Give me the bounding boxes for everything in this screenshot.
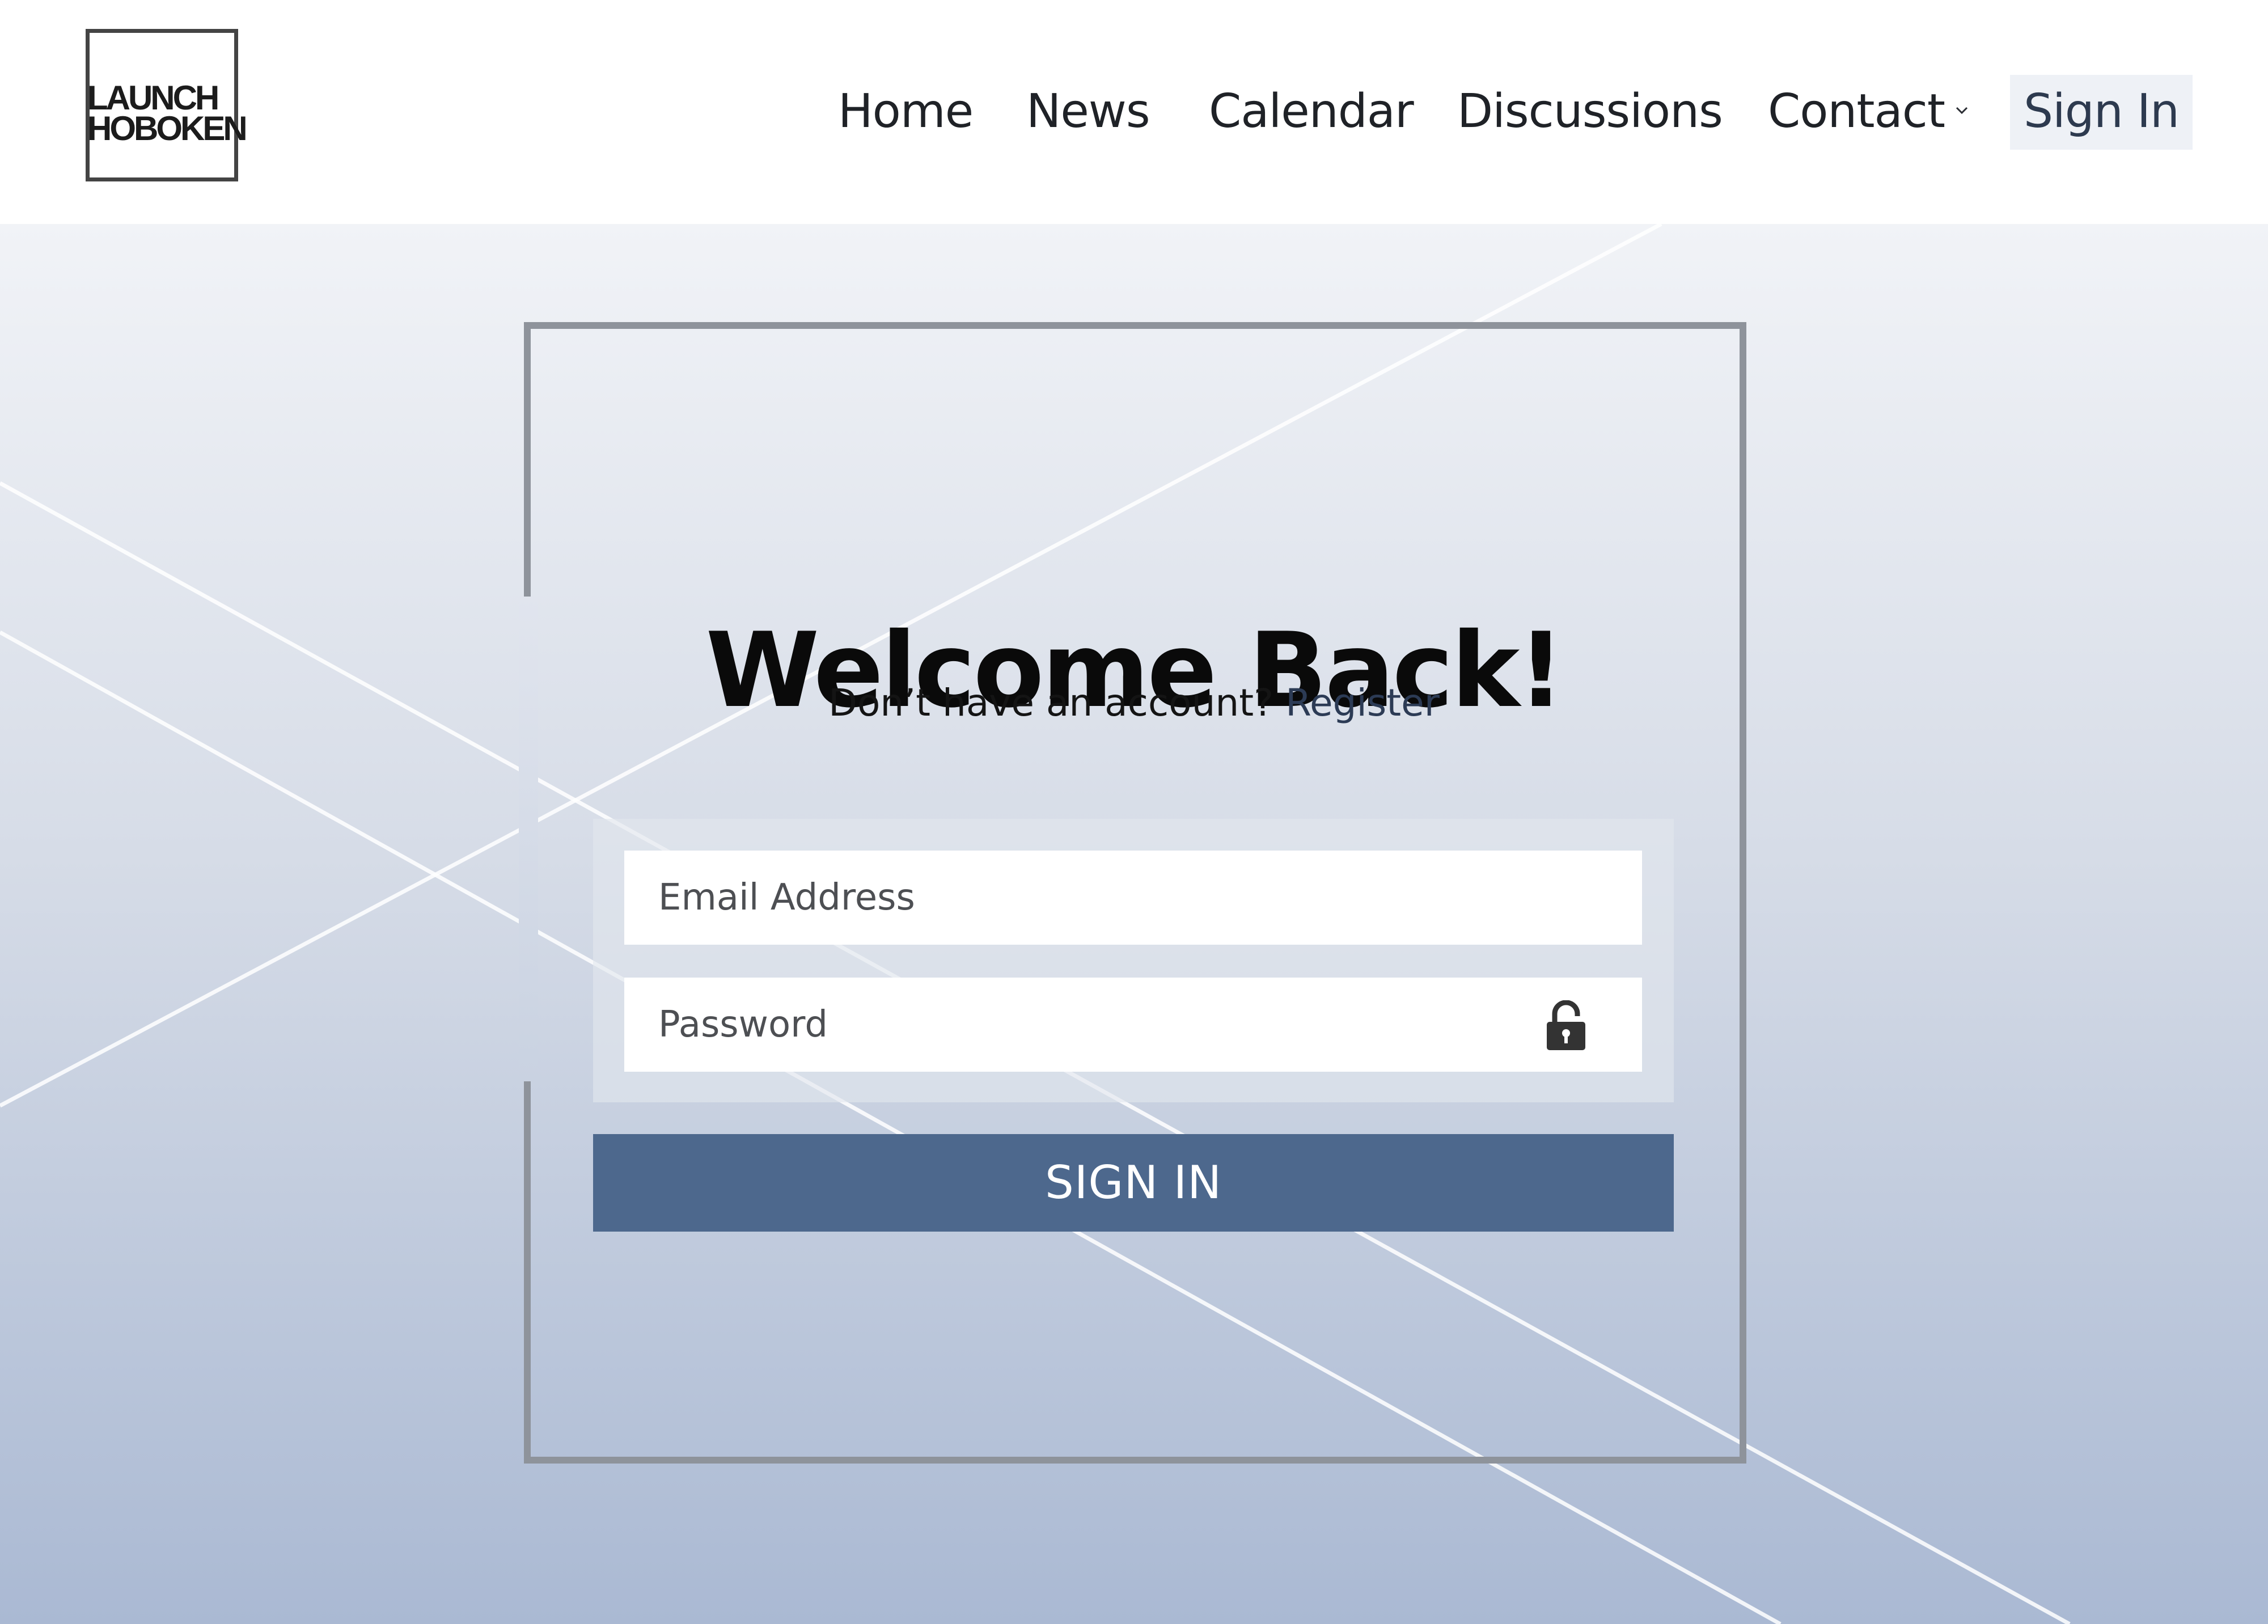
- chevron-down-icon[interactable]: [1955, 103, 1969, 117]
- nav-item-discussions[interactable]: Discussions: [1457, 75, 1723, 149]
- lock-icon: [1547, 1000, 1585, 1050]
- nav-item-contact[interactable]: Contact: [1768, 75, 1945, 149]
- sign-in-nav-button[interactable]: Sign In: [2010, 75, 2193, 150]
- password-input[interactable]: [624, 978, 1642, 1072]
- logo-line-1: LAUNCH: [87, 79, 219, 117]
- register-prompt: Don’t have an account? Register: [0, 680, 2268, 726]
- register-prompt-text: Don’t have an account?: [828, 681, 1274, 725]
- launch-hoboken-logo[interactable]: LAUNCH HOBOKEN: [86, 29, 248, 181]
- password-field: [624, 978, 1642, 1072]
- site-header: LAUNCH HOBOKEN Home News Calendar Discus…: [0, 0, 2268, 224]
- sign-in-button[interactable]: SIGN IN: [593, 1134, 1674, 1232]
- email-field: [624, 851, 1642, 945]
- nav-item-calendar[interactable]: Calendar: [1209, 75, 1414, 149]
- logo-line-2: HOBOKEN: [87, 109, 248, 147]
- email-input[interactable]: [624, 851, 1642, 945]
- logo-wordmark: LAUNCH HOBOKEN: [87, 79, 248, 147]
- nav-item-news[interactable]: News: [1026, 75, 1150, 149]
- register-link[interactable]: Register: [1285, 681, 1440, 725]
- nav-item-home[interactable]: Home: [838, 75, 974, 149]
